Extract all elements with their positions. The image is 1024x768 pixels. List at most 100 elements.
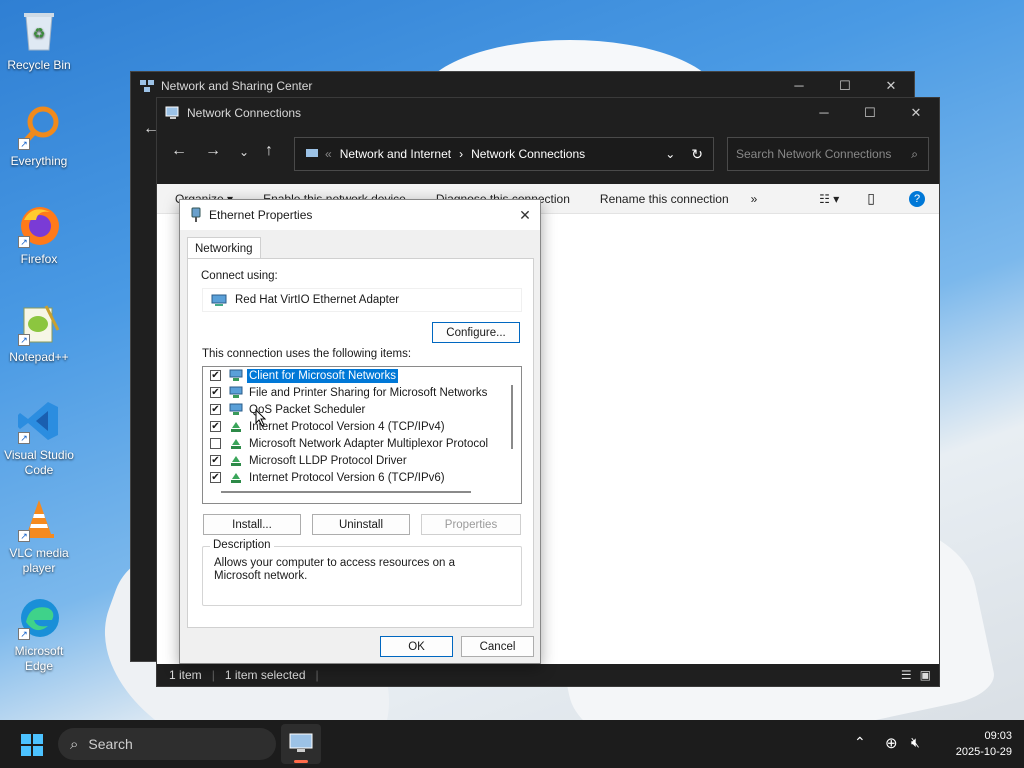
network-folder-icon: [306, 149, 318, 157]
list-item[interactable]: ✔ QoS Packet Scheduler: [203, 401, 367, 418]
item-checkbox[interactable]: ✔: [210, 455, 221, 466]
search-placeholder: Search Network Connections: [736, 147, 892, 161]
desktop-icon-everything[interactable]: ↗ Everything: [4, 104, 74, 169]
protocol-icon: [231, 439, 241, 449]
search-input[interactable]: Search Network Connections ⌕: [727, 137, 929, 171]
ethernet-icon: [191, 207, 201, 222]
list-item[interactable]: ✔ Client for Microsoft Networks: [203, 367, 398, 384]
horizontal-scrollbar[interactable]: [221, 491, 471, 493]
edge-icon: ↗: [16, 594, 62, 640]
network-service-icon: [229, 403, 243, 415]
address-dropdown-icon[interactable]: ⌄: [665, 147, 675, 161]
ethernet-properties-dialog[interactable]: Ethernet Properties ✕ Networking Connect…: [179, 199, 541, 664]
network-connections-taskbar-icon: [289, 733, 313, 752]
recycle-bin-icon: ♻: [16, 8, 62, 54]
close-button[interactable]: ✕: [893, 105, 939, 121]
windows-logo-icon: [21, 734, 43, 756]
network-adapter-icon: [211, 294, 227, 306]
item-checkbox[interactable]: ✔: [210, 404, 221, 415]
tab-networking[interactable]: Networking: [187, 237, 261, 259]
list-item[interactable]: ✔ File and Printer Sharing for Microsoft…: [203, 384, 489, 401]
back-arrow-icon[interactable]: ←: [171, 142, 187, 160]
more-commands-button[interactable]: »: [751, 192, 758, 206]
desktop-icon-recycle-bin[interactable]: ♻ Recycle Bin: [4, 8, 74, 73]
item-label: Internet Protocol Version 6 (TCP/IPv6): [249, 471, 445, 484]
tiles-view-icon[interactable]: ▣: [920, 668, 931, 682]
item-checkbox[interactable]: ✔: [210, 370, 221, 381]
rename-command[interactable]: Rename this connection: [600, 192, 729, 206]
desktop-icon-vlc[interactable]: ↗ VLC media player: [4, 496, 74, 576]
item-checkbox[interactable]: [210, 438, 221, 449]
everything-search-icon: ↗: [16, 104, 62, 150]
configure-button[interactable]: Configure...: [432, 322, 520, 343]
breadcrumb-network-connections[interactable]: Network Connections: [471, 147, 585, 161]
details-view-icon[interactable]: ☰: [901, 668, 912, 682]
network-center-icon: [140, 80, 154, 92]
search-icon: ⌕: [911, 146, 918, 161]
shortcut-arrow-icon: ↗: [18, 334, 30, 346]
item-checkbox[interactable]: ✔: [210, 421, 221, 432]
up-arrow-icon[interactable]: ↑: [265, 142, 273, 160]
window-titlebar[interactable]: Network Connections ─ ☐ ✕: [157, 98, 939, 128]
network-globe-icon[interactable]: ⊕: [885, 734, 898, 752]
taskbar-search[interactable]: ⌕ Search: [58, 728, 276, 760]
dialog-titlebar[interactable]: Ethernet Properties ✕: [180, 200, 540, 230]
item-label: Client for Microsoft Networks: [247, 368, 398, 383]
desktop-icon-label: Notepad++: [9, 350, 69, 364]
desktop-icon-edge[interactable]: ↗ Microsoft Edge: [4, 594, 74, 674]
ok-button[interactable]: OK: [380, 636, 453, 657]
status-bar: 1 item | 1 item selected | ☰ ▣: [157, 664, 939, 686]
install-button[interactable]: Install...: [203, 514, 301, 535]
uninstall-button[interactable]: Uninstall: [312, 514, 410, 535]
maximize-button[interactable]: ☐: [847, 105, 893, 121]
item-checkbox[interactable]: ✔: [210, 387, 221, 398]
components-list[interactable]: ✔ Client for Microsoft Networks ✔ File a…: [202, 366, 522, 504]
svg-text:♻: ♻: [33, 25, 46, 41]
description-legend: Description: [210, 539, 274, 551]
window-title: Network Connections: [187, 106, 302, 120]
system-clock[interactable]: 09:03 2025-10-29: [956, 728, 1012, 760]
search-icon: ⌕: [70, 735, 79, 753]
selected-count: 1 item selected: [224, 668, 306, 682]
help-icon[interactable]: ?: [909, 190, 925, 207]
close-button[interactable]: ✕: [510, 207, 540, 224]
start-button[interactable]: [20, 733, 44, 760]
minimize-button[interactable]: ─: [776, 78, 822, 94]
desktop-icon-notepad-plus-plus[interactable]: ↗ Notepad++: [4, 300, 74, 365]
window-controls: ─ ☐ ✕: [776, 78, 914, 94]
close-button[interactable]: ✕: [868, 78, 914, 94]
active-app-indicator: [294, 760, 308, 763]
view-options-icon[interactable]: ☷ ▾: [819, 192, 839, 206]
protocol-icon: [231, 473, 241, 483]
list-item[interactable]: ✔ Microsoft LLDP Protocol Driver: [203, 452, 409, 469]
breadcrumb-network-internet[interactable]: Network and Internet: [340, 147, 451, 161]
cancel-button[interactable]: Cancel: [461, 636, 534, 657]
show-hidden-icons-chevron-icon[interactable]: ⌃: [854, 734, 866, 751]
network-client-icon: [229, 369, 243, 381]
maximize-button[interactable]: ☐: [822, 78, 868, 94]
taskbar: ⌕ Search ⌃ ⊕ 🔇︎ 09:03 2025-10-29: [0, 720, 1024, 768]
refresh-icon[interactable]: ↻: [691, 146, 703, 163]
item-count: 1 item: [169, 668, 202, 682]
list-item[interactable]: ✔ Internet Protocol Version 4 (TCP/IPv4): [203, 418, 447, 435]
desktop-icon-vscode[interactable]: ↗ Visual Studio Code: [4, 398, 74, 478]
properties-button[interactable]: Properties: [421, 514, 521, 535]
minimize-button[interactable]: ─: [801, 105, 847, 121]
recent-locations-chevron-icon[interactable]: ⌄: [239, 145, 249, 159]
vscode-icon: ↗: [16, 398, 62, 444]
desktop-icon-firefox[interactable]: ↗ Firefox: [4, 202, 74, 267]
item-checkbox[interactable]: ✔: [210, 472, 221, 483]
notepad-plus-plus-icon: ↗: [16, 300, 62, 346]
preview-pane-icon[interactable]: ▯: [867, 190, 875, 207]
list-item[interactable]: Microsoft Network Adapter Multiplexor Pr…: [203, 435, 490, 452]
items-label: This connection uses the following items…: [202, 348, 412, 360]
forward-arrow-icon[interactable]: →: [205, 142, 221, 160]
shortcut-arrow-icon: ↗: [18, 236, 30, 248]
taskbar-app-network-connections[interactable]: [281, 724, 321, 764]
list-item[interactable]: ✔ Internet Protocol Version 6 (TCP/IPv6): [203, 469, 447, 486]
window-titlebar[interactable]: Network and Sharing Center ─ ☐ ✕: [131, 72, 914, 100]
volume-muted-icon[interactable]: 🔇︎: [911, 734, 920, 751]
address-bar[interactable]: « Network and Internet › Network Connect…: [294, 137, 714, 171]
desktop-icon-label: Everything: [10, 154, 68, 168]
vertical-scrollbar[interactable]: [511, 385, 513, 449]
